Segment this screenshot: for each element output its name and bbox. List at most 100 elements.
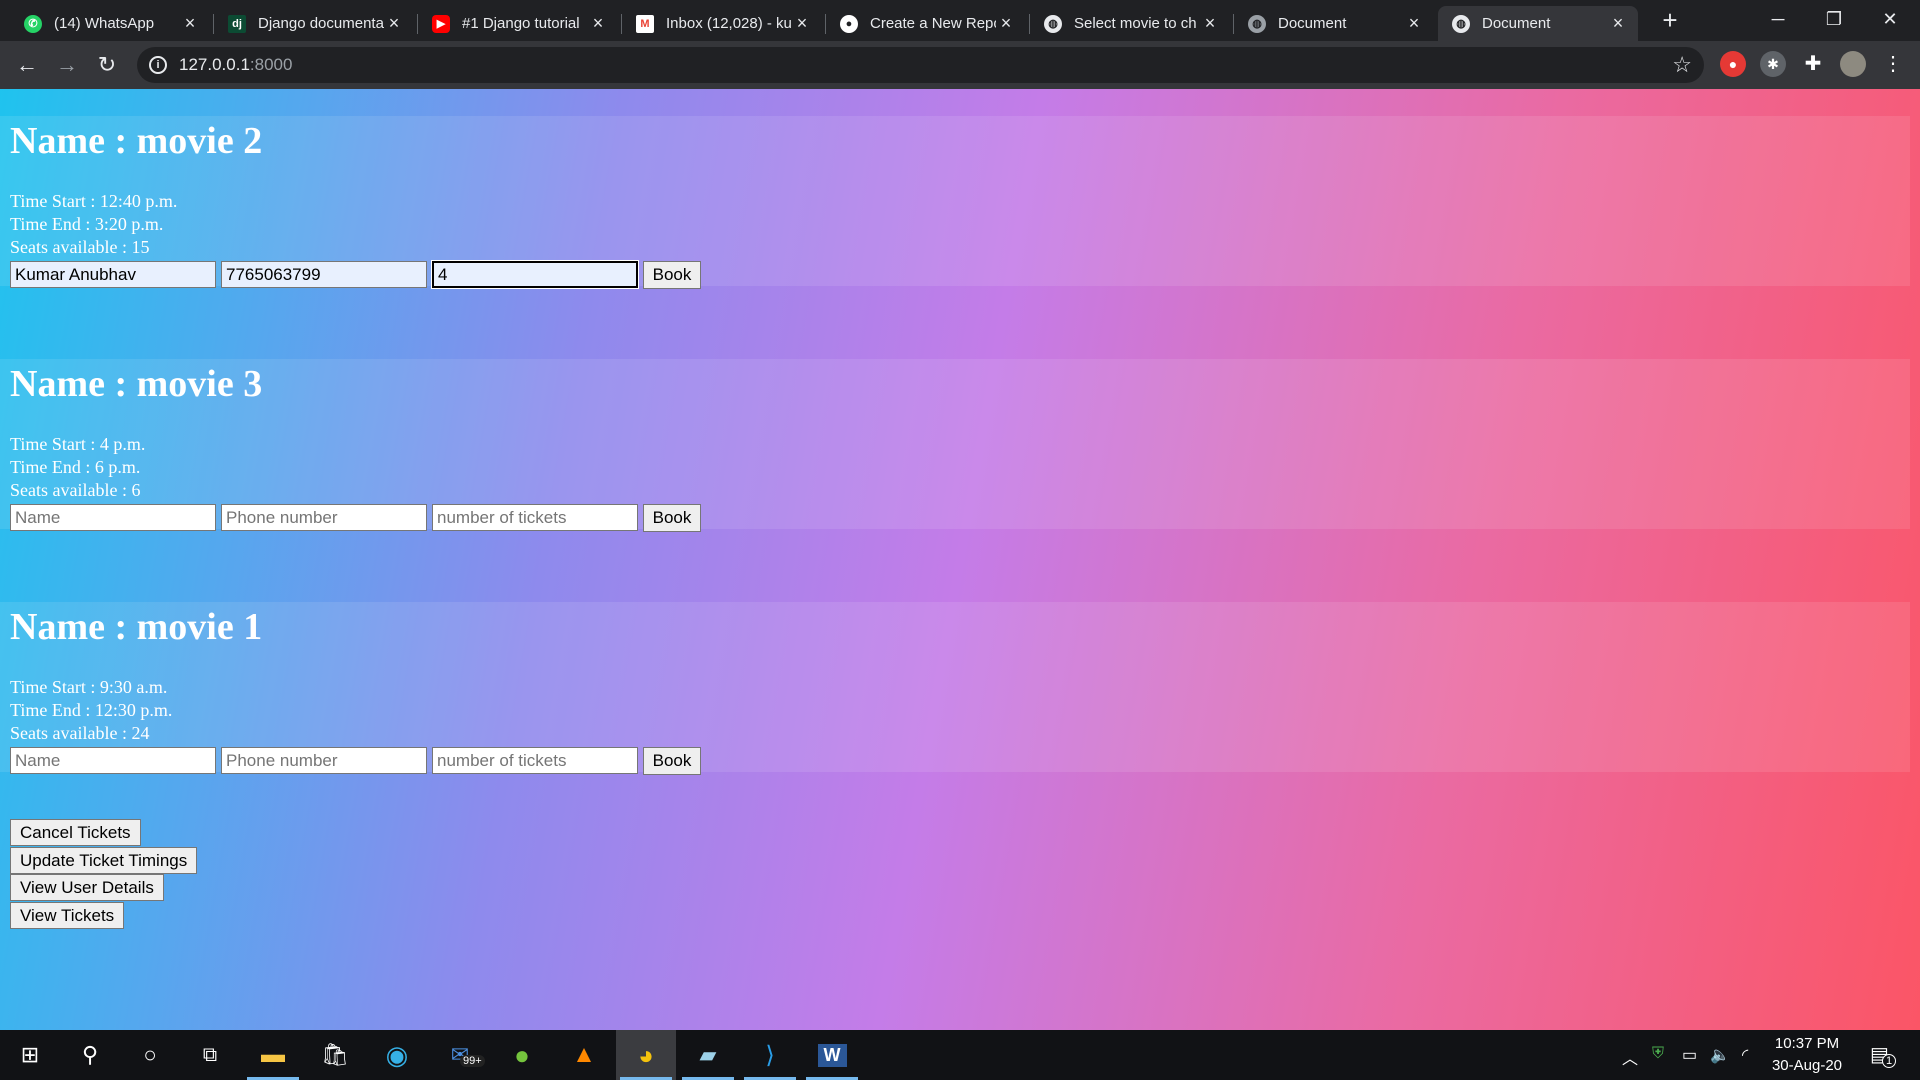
notification-count: 1 [1882,1054,1896,1068]
tab-strip: ✆ (14) WhatsApp × dj Django documenta × … [0,0,1920,41]
minimize-button[interactable]: ─ [1750,0,1806,38]
close-icon[interactable]: × [384,13,404,34]
url-text: 127.0.0.1:8000 [179,55,293,74]
name-input[interactable] [10,261,216,288]
volume-icon[interactable]: 🔈 [1710,1045,1730,1065]
close-window-button[interactable]: ✕ [1862,0,1918,38]
movie-card: Name : movie 1 Time Start : 9:30 a.m. Ti… [0,602,1910,775]
time-end: Time End : 3:20 p.m. [10,214,164,234]
book-button[interactable]: Book [643,261,701,289]
name-input[interactable] [10,504,216,531]
tickets-input[interactable] [432,504,638,531]
tab-title: #1 Django tutorial [462,15,580,32]
page-content: Name : movie 2 Time Start : 12:40 p.m. T… [0,89,1920,1030]
notification-center-icon[interactable]: ▤ 1 [1870,1042,1896,1068]
phone-input[interactable] [221,504,427,531]
globe-icon: ◍ [1452,14,1470,33]
extension-gray-icon[interactable]: ✱ [1760,51,1786,77]
movie-card: Name : movie 3 Time Start : 4 p.m. Time … [0,359,1910,532]
update-ticket-timings-button[interactable]: Update Ticket Timings [10,847,198,874]
store-icon[interactable]: 🛍 [305,1030,365,1080]
view-tickets-button[interactable]: View Tickets [10,902,125,929]
tab-document-active[interactable]: ◍ Document × [1438,6,1638,41]
tab-title: Inbox (12,028) - ku [666,15,792,32]
info-icon[interactable]: i [149,56,167,74]
extensions-puzzle-icon[interactable]: ✚ [1800,51,1826,77]
clock[interactable]: 10:37 PM 30-Aug-20 [1762,1033,1852,1077]
cancel-tickets-button[interactable]: Cancel Tickets [10,819,141,846]
security-shield-icon[interactable]: ⛨ [1652,1045,1664,1063]
task-view-icon[interactable]: ⧉ [180,1030,240,1080]
view-user-details-button[interactable]: View User Details [10,874,164,901]
close-icon[interactable]: × [1404,13,1424,34]
clock-time: 10:37 PM [1774,1035,1840,1052]
movie-title: Name : movie 1 [10,606,263,648]
file-explorer-icon[interactable]: ▬ [243,1030,303,1080]
back-button[interactable]: ← [13,51,41,79]
phone-input[interactable] [221,261,427,288]
github-icon: ● [840,14,858,33]
close-icon[interactable]: × [1200,13,1220,34]
tab-django-docs[interactable]: dj Django documenta × [214,6,414,41]
menu-kebab-icon[interactable]: ⋮ [1880,51,1906,77]
globe-icon: ◍ [1044,14,1062,33]
mail-icon[interactable]: ✉ 99+ [430,1030,490,1080]
bookmark-star-icon[interactable]: ☆ [1672,52,1692,78]
book-button[interactable]: Book [643,747,701,775]
new-tab-button[interactable]: + [1655,6,1685,36]
book-button[interactable]: Book [643,504,701,532]
tab-title: Django documenta [258,15,384,32]
forward-button[interactable]: → [53,51,81,79]
time-end: Time End : 6 p.m. [10,457,141,477]
tickets-input[interactable] [431,260,639,289]
time-end: Time End : 12:30 p.m. [10,700,173,720]
tab-document[interactable]: ◍ Document × [1234,6,1434,41]
tab-title: Document [1482,15,1551,32]
wifi-icon[interactable]: ◜ [1742,1045,1748,1065]
chrome-icon[interactable]: ◕ [616,1030,676,1080]
tab-youtube[interactable]: ▶ #1 Django tutorial × [418,6,618,41]
tab-title: (14) WhatsApp [54,15,155,32]
close-icon[interactable]: × [792,13,812,34]
youtube-icon: ▶ [432,14,450,33]
close-icon[interactable]: × [588,13,608,34]
tab-title: Select movie to ch [1074,15,1197,32]
address-bar[interactable]: i 127.0.0.1:8000 ☆ [137,47,1704,83]
tab-gmail[interactable]: M Inbox (12,028) - ku × [622,6,822,41]
edge-icon[interactable]: ◉ [367,1030,427,1080]
word-icon[interactable]: W [802,1030,862,1080]
close-icon[interactable]: × [180,13,200,34]
name-input[interactable] [10,747,216,774]
tab-select-movie[interactable]: ◍ Select movie to ch × [1030,6,1230,41]
mail-badge: 99+ [460,1055,485,1067]
taskbar: ⊞ ⚲ ○ ⧉ ▬ 🛍 ◉ ✉ 99+ ● ▲ ◕ ▰ ⟩ W ︿ ⛨ ▭ 🔈 ◜… [0,1030,1920,1080]
seats-available: Seats available : 15 [10,237,150,257]
seats-available: Seats available : 24 [10,723,150,743]
browser-toolbar: ← → ↻ i 127.0.0.1:8000 ☆ ● ✱ ✚ ⋮ [0,41,1920,89]
extension-red-icon[interactable]: ● [1720,51,1746,77]
reload-button[interactable]: ↻ [93,51,121,79]
close-icon[interactable]: × [1608,13,1628,34]
tab-title: Create a New Repo [870,15,996,32]
cortana-icon[interactable]: ○ [120,1030,180,1080]
time-start: Time Start : 4 p.m. [10,434,146,454]
profile-avatar[interactable] [1840,51,1866,77]
phone-input[interactable] [221,747,427,774]
vscode-icon[interactable]: ⟩ [740,1030,800,1080]
vlc-icon[interactable]: ▲ [554,1030,614,1080]
close-icon[interactable]: × [996,13,1016,34]
tray-chevron-icon[interactable]: ︿ [1622,1045,1638,1069]
restore-button[interactable]: ❐ [1806,0,1862,38]
tab-title: Document [1278,15,1347,32]
utorrent-icon[interactable]: ● [492,1030,552,1080]
whatsapp-icon: ✆ [24,14,42,33]
search-icon[interactable]: ⚲ [60,1030,120,1080]
django-icon: dj [228,14,246,33]
notepad-icon[interactable]: ▰ [678,1030,738,1080]
tab-github[interactable]: ● Create a New Repo × [826,6,1026,41]
windows-start-icon[interactable]: ⊞ [0,1030,60,1080]
battery-icon[interactable]: ▭ [1682,1045,1697,1065]
tab-whatsapp[interactable]: ✆ (14) WhatsApp × [10,6,210,41]
tickets-input[interactable] [432,747,638,774]
time-start: Time Start : 9:30 a.m. [10,677,168,697]
